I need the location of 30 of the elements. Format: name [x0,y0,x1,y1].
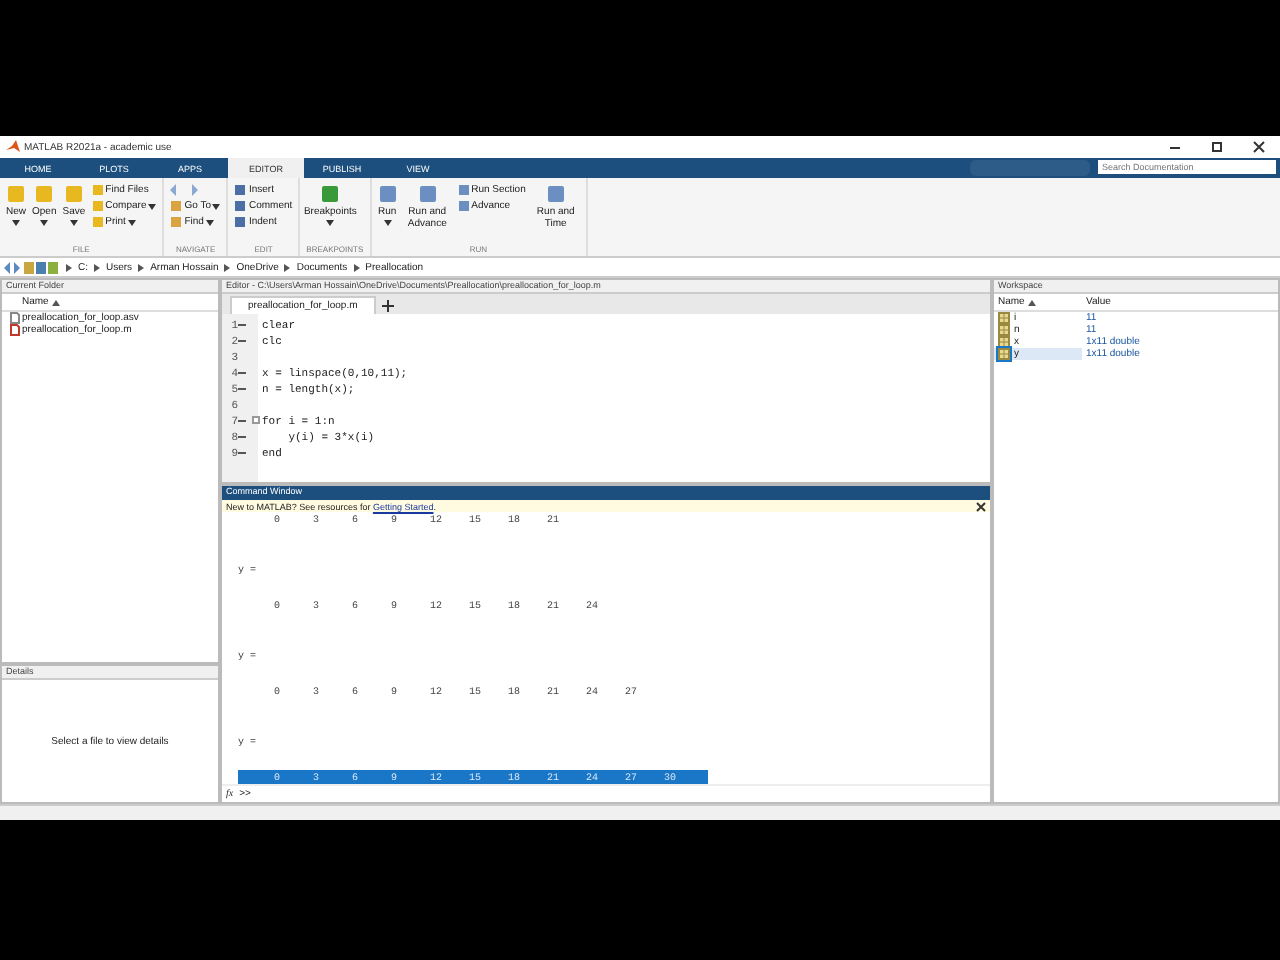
breakpoint-dash-icon[interactable] [238,369,246,375]
navigation-icons-icon [4,261,60,273]
breakpoint-dash-icon[interactable] [238,417,246,423]
tool-icon [377,184,398,204]
sort-arrow-icon [52,299,61,305]
tool-icon [6,184,26,204]
breakpoint-dash-icon[interactable] [238,385,246,391]
path-separator-icon [66,263,72,271]
fold-icon[interactable] [252,416,260,424]
breakpoint-dash-icon[interactable] [238,337,246,343]
close-icon[interactable] [1252,140,1266,154]
tool-icon [320,184,341,204]
breakpoint-dash-icon[interactable] [238,449,246,455]
maximize-icon[interactable] [1210,140,1224,154]
path-separator-icon [353,263,360,271]
sort-arrow-icon [1028,299,1037,305]
path-separator-icon [224,263,231,271]
close-icon[interactable] [976,501,986,511]
tool-icon [63,184,84,204]
tool-icon [34,184,55,204]
breakpoint-dash-icon[interactable] [238,433,246,439]
path-separator-icon [138,263,145,271]
add-tab-icon[interactable] [379,297,396,313]
matlab-logo-icon [6,140,20,154]
quick-access-toolbar [970,160,1090,176]
tool-icon [545,184,566,204]
path-separator-icon [94,263,100,271]
breakpoint-dash-icon[interactable] [238,321,246,327]
path-separator-icon [284,263,291,271]
tool-icon [417,184,438,204]
